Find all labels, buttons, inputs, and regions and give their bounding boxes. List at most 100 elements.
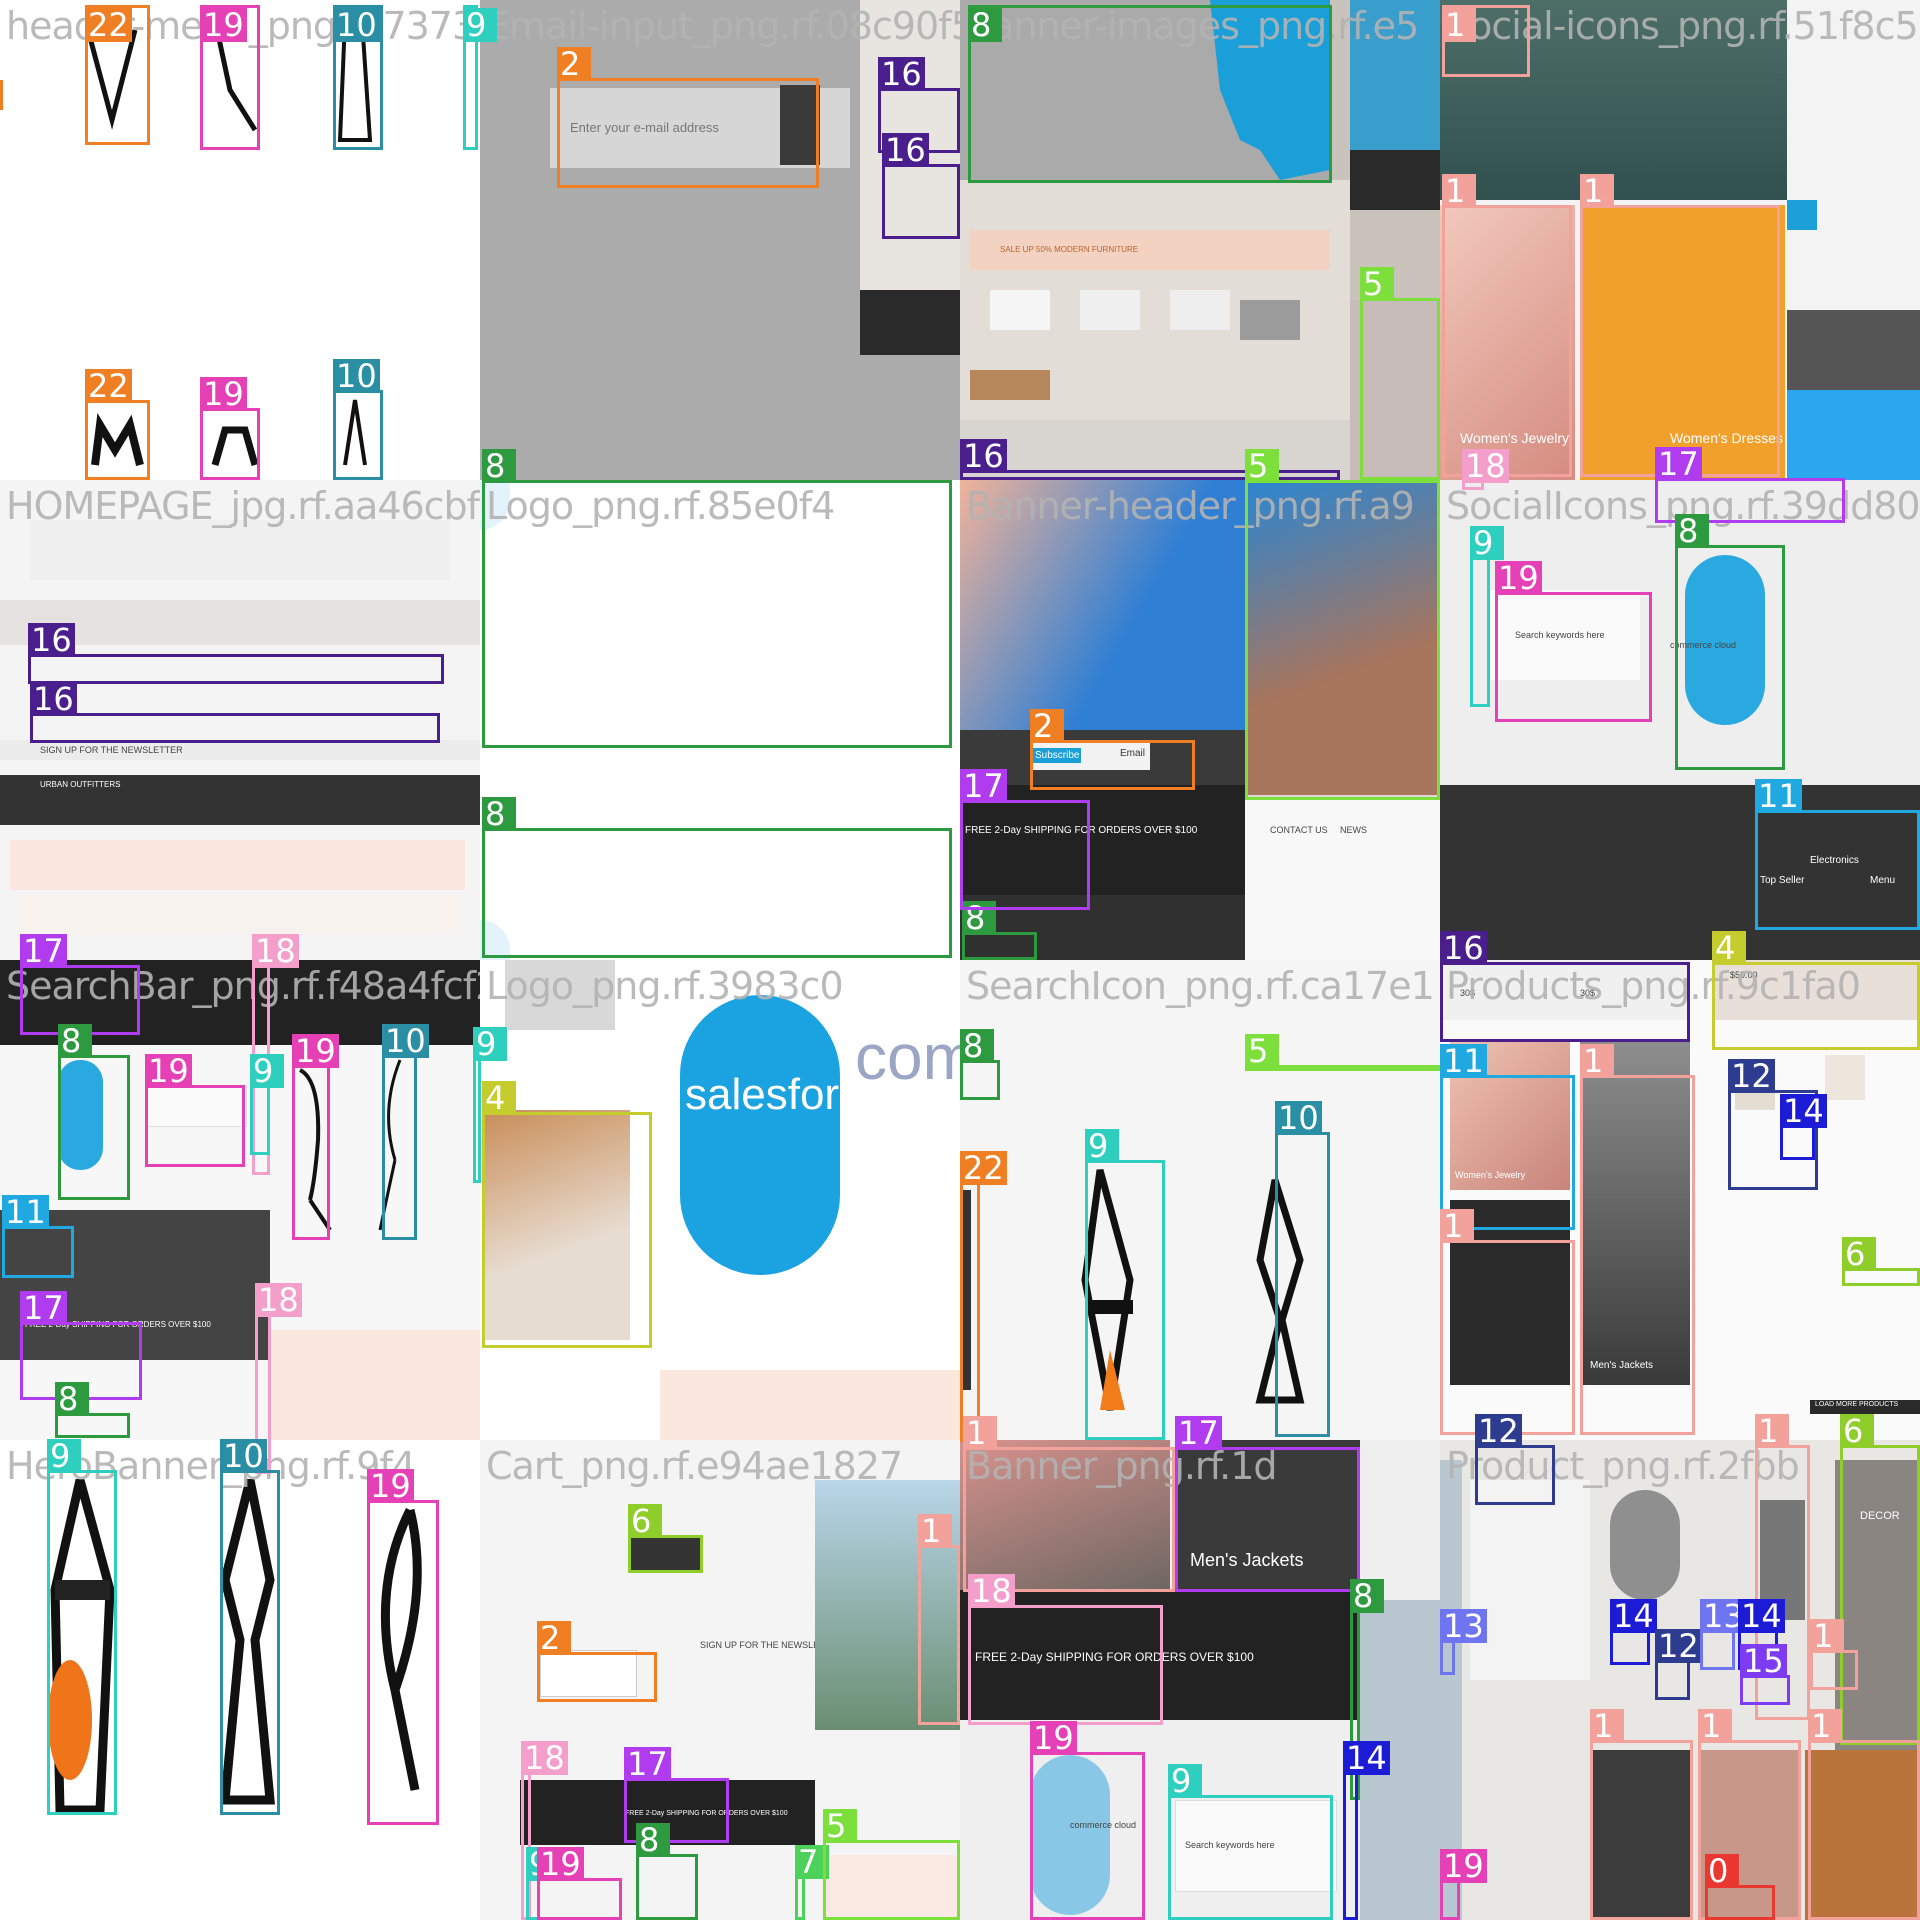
furniture-row (20, 895, 460, 935)
bounding-box-8: 8 (482, 797, 952, 958)
dark-strip (1350, 150, 1440, 210)
class-label: 8 (968, 8, 1002, 42)
class-label: 18 (255, 1283, 302, 1317)
class-label: 9 (1470, 526, 1504, 560)
furniture-banner (270, 1330, 480, 1440)
mosaic-tile: SearchIcon_png.rf.ca17e1 (960, 960, 1440, 1440)
class-label: 5 (823, 1809, 857, 1843)
class-label: 2 (537, 1621, 571, 1655)
product-thumb (970, 370, 1050, 400)
class-label: 10 (1275, 1101, 1322, 1135)
class-label: 1 (1580, 174, 1614, 208)
class-label: 14 (1738, 1599, 1785, 1633)
class-label: 19 (1030, 1721, 1077, 1755)
class-label: 4 (482, 1081, 516, 1115)
bounding-box-16: 16 (1440, 931, 1690, 1042)
bounding-box-4: 4 (482, 1081, 652, 1348)
class-label: 1 (1590, 1709, 1624, 1743)
close-icon[interactable] (1787, 200, 1817, 230)
bounding-box-22: 22 (960, 1151, 1007, 1442)
sale-text: SALE UP 50% MODERN FURNITURE (1000, 245, 1139, 254)
bounding-box-8: 8 (55, 1382, 130, 1438)
bounding-box-17: 17 (960, 769, 1090, 910)
class-label: 16 (30, 682, 77, 716)
gray-band (1787, 310, 1920, 390)
class-label: 1 (1580, 1044, 1614, 1078)
bounding-box-9: 9 (1085, 1129, 1165, 1440)
product-thumb (1170, 290, 1230, 330)
tile-filename: Email-input_png.rf.08c90f5 (486, 4, 960, 48)
bounding-box-1: 1 (1442, 174, 1572, 477)
class-label: 17 (624, 1747, 671, 1781)
class-label: 1 (1442, 174, 1476, 208)
bounding-box-2: 2 (557, 47, 819, 188)
class-label: 15 (1740, 1644, 1787, 1678)
class-label: 10 (333, 359, 380, 393)
class-label: 1 (1808, 1709, 1842, 1743)
class-label: 19 (145, 1054, 192, 1088)
load-more-text: LOAD MORE PRODUCTS (1815, 1401, 1899, 1408)
bounding-box-13: 13 (1700, 1599, 1747, 1670)
blue-banner (1787, 390, 1920, 480)
class-label: 22 (960, 1151, 1007, 1185)
bounding-box-14: 14 (1343, 1741, 1390, 1920)
bounding-box-19: 19 (367, 1469, 439, 1825)
bounding-box-1: 1 (918, 1514, 960, 1725)
bounding-box-8: 8 (960, 1029, 1000, 1100)
class-label: 6 (628, 1504, 662, 1538)
plates-image (1610, 1490, 1680, 1600)
class-label: 8 (1675, 514, 1709, 548)
class-label: 6 (1842, 1237, 1876, 1271)
class-label: 19 (537, 1847, 584, 1881)
class-label: 10 (220, 1439, 267, 1473)
class-label: 8 (1350, 1579, 1384, 1613)
tile-filename: HOMEPAGE_jpg.rf.aa46cbf (6, 484, 480, 528)
bounding-box-19: 19 (200, 377, 260, 480)
bounding-box-16: 16 (960, 439, 1340, 480)
class-label: 16 (28, 623, 75, 657)
class-label: 22 (85, 8, 132, 42)
bounding-box-10: 10 (1275, 1101, 1330, 1437)
signup-text: SIGN UP FOR THE NEWSLETTER (40, 745, 183, 755)
sale-banner (10, 840, 465, 890)
bounding-box-19: 19 (145, 1054, 245, 1167)
bounding-box-19: 19 (200, 5, 260, 150)
class-label: 10 (382, 1024, 429, 1058)
bounding-box-9: 9 (1168, 1764, 1333, 1920)
product-panel (1470, 1480, 1590, 1680)
class-label: 8 (960, 1029, 994, 1063)
class-label: 9 (473, 1027, 507, 1061)
news-link[interactable]: NEWS (1340, 825, 1367, 835)
bounding-box-9: 9 (47, 1439, 117, 1815)
bounding-box-14: 14 (1610, 1599, 1657, 1665)
tile-filename: Cart_png.rf.e94ae1827 (486, 1444, 903, 1488)
bounding-box-8: 8 (1675, 514, 1785, 770)
bounding-box-11: 11 (1755, 779, 1920, 930)
bounding-box-19: 19 (292, 1034, 339, 1240)
bounding-box-2: 2 (537, 1621, 657, 1702)
bounding-box-19: 19 (1440, 1849, 1487, 1920)
class-label: 17 (20, 934, 67, 968)
class-label: 1 (1810, 1619, 1844, 1653)
bounding-box-19: 19 (1030, 1721, 1145, 1920)
class-label: 9 (1085, 1129, 1119, 1163)
class-label: 0 (1705, 1854, 1739, 1888)
class-label: 6 (1840, 1414, 1874, 1448)
class-label: 16 (882, 133, 929, 167)
product-thumb (1240, 300, 1300, 340)
class-label: 9 (250, 1054, 284, 1088)
contact-link[interactable]: CONTACT US (1270, 825, 1328, 835)
class-label: 8 (55, 1382, 89, 1416)
class-label: 8 (482, 449, 516, 483)
bounding-box-5: 5 (823, 1809, 960, 1920)
class-label: 12 (1655, 1629, 1702, 1663)
salesforce-cloud (680, 995, 840, 1275)
class-label: 17 (960, 769, 1007, 803)
bounding-box-6: 6 (1840, 1414, 1920, 1745)
class-label: 18 (252, 934, 299, 968)
class-label: 5 (1245, 1034, 1279, 1068)
class-label: 2 (557, 47, 591, 81)
furniture-banner (660, 1370, 960, 1440)
class-label: 14 (1610, 1599, 1657, 1633)
bounding-box-9: 9 (250, 1054, 284, 1155)
